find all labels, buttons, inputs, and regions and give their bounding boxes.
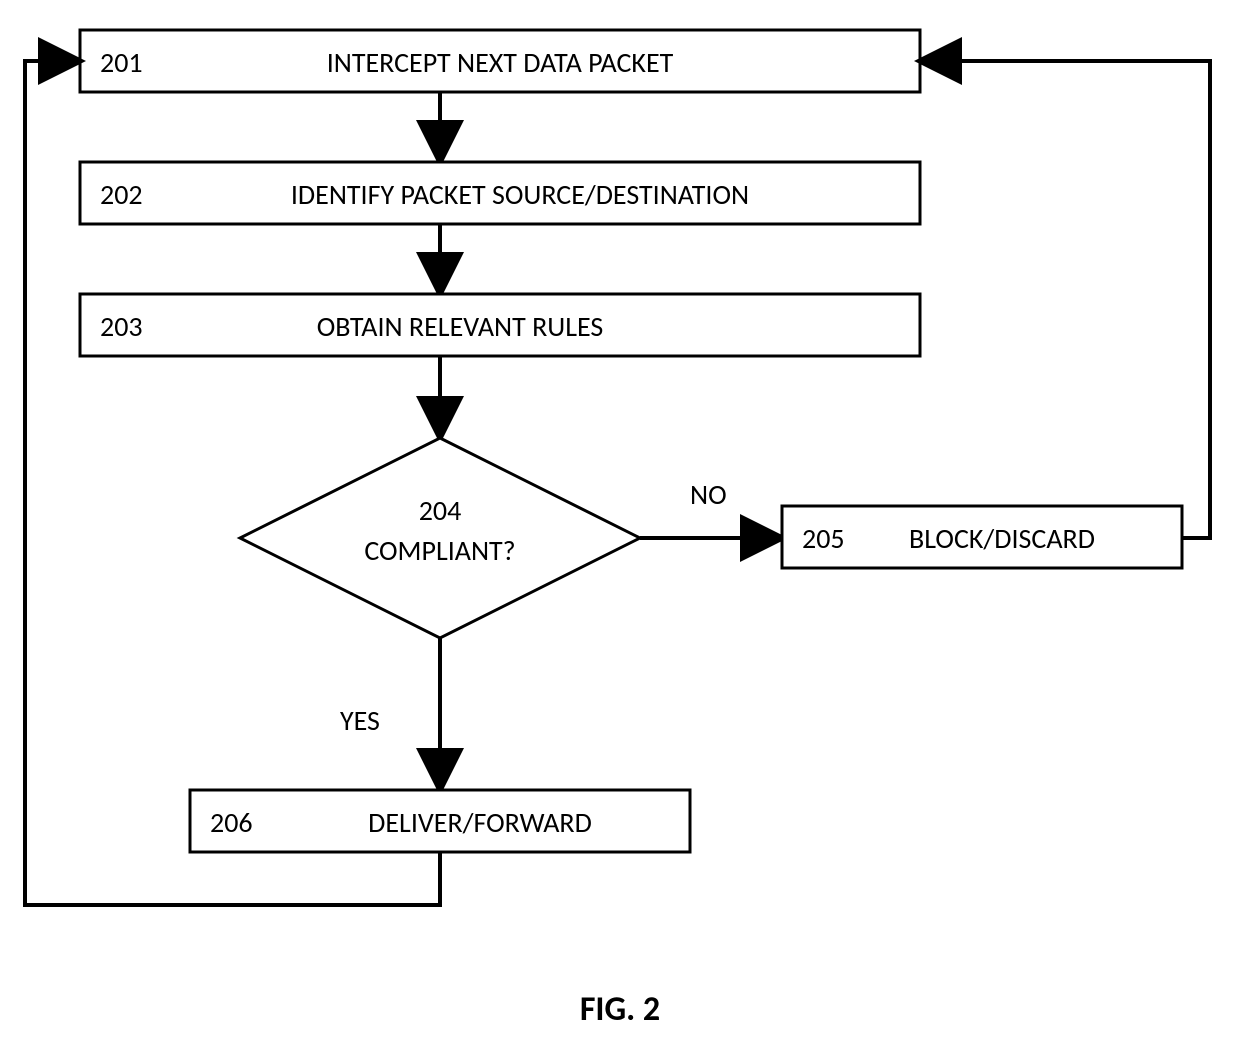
- node-201-num: 201: [100, 45, 143, 80]
- node-204-text: COMPLIANT?: [364, 533, 515, 568]
- flowchart: 201 INTERCEPT NEXT DATA PACKET 202 IDENT…: [0, 0, 1240, 1064]
- node-204-decision: 204 COMPLIANT?: [240, 438, 640, 638]
- edge-205-201: [922, 61, 1210, 538]
- node-206-num: 206: [210, 805, 253, 840]
- node-202-text: IDENTIFY PACKET SOURCE/DESTINATION: [291, 177, 749, 212]
- node-205-text: BLOCK/DISCARD: [909, 521, 1095, 556]
- edge-label-no: NO: [690, 477, 727, 512]
- figure-label: FIG. 2: [580, 989, 660, 1030]
- node-204-num: 204: [419, 493, 462, 528]
- node-205-num: 205: [802, 521, 845, 556]
- node-202: 202 IDENTIFY PACKET SOURCE/DESTINATION: [80, 162, 920, 224]
- edge-label-yes: YES: [340, 703, 380, 738]
- node-203: 203 OBTAIN RELEVANT RULES: [80, 294, 920, 356]
- node-203-text: OBTAIN RELEVANT RULES: [317, 309, 604, 344]
- node-202-num: 202: [100, 177, 143, 212]
- node-206: 206 DELIVER/FORWARD: [190, 790, 690, 852]
- node-206-text: DELIVER/FORWARD: [368, 805, 592, 840]
- node-201: 201 INTERCEPT NEXT DATA PACKET: [80, 30, 920, 92]
- node-201-text: INTERCEPT NEXT DATA PACKET: [327, 45, 674, 80]
- node-205: 205 BLOCK/DISCARD: [782, 506, 1182, 568]
- node-203-num: 203: [100, 309, 143, 344]
